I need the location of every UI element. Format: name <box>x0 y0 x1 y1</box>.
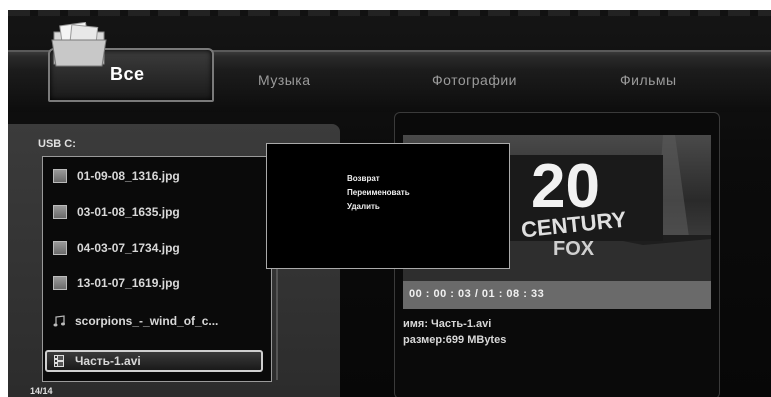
menu-item-back[interactable]: Возврат <box>347 174 380 183</box>
file-name: Часть-1.avi <box>75 354 141 368</box>
file-name: 01-09-08_1316.jpg <box>77 169 180 183</box>
file-list: 01-09-08_1316.jpg 03-01-08_1635.jpg 04-0… <box>42 156 272 382</box>
drive-label: USB C: <box>38 138 76 150</box>
tab-music[interactable]: Музыка <box>258 72 311 88</box>
list-item[interactable]: 03-01-08_1635.jpg <box>53 201 263 223</box>
tab-all[interactable]: Все <box>110 64 145 85</box>
list-item[interactable]: 01-09-08_1316.jpg <box>53 165 263 187</box>
svg-text:FOX: FOX <box>553 238 595 260</box>
tab-photos[interactable]: Фотографии <box>432 72 517 88</box>
file-size-info: размер:699 MBytes <box>403 334 507 346</box>
tab-movies[interactable]: Фильмы <box>620 72 677 88</box>
image-icon <box>53 276 67 290</box>
file-name: 03-01-08_1635.jpg <box>77 205 180 219</box>
top-strip <box>8 10 771 16</box>
playback-time: 00 : 00 : 03 / 01 : 08 : 33 <box>409 288 545 300</box>
time-bar: 00 : 00 : 03 / 01 : 08 : 33 <box>403 281 711 309</box>
list-item[interactable]: 13-01-07_1619.jpg <box>53 272 263 294</box>
media-player-screen: Все Музыка Фотографии Фильмы USB C: 01-0… <box>8 10 771 397</box>
file-name: 04-03-07_1734.jpg <box>77 241 180 255</box>
file-name: 13-01-07_1619.jpg <box>77 276 180 290</box>
file-name: scorpions_-_wind_of_c... <box>75 314 219 328</box>
image-icon <box>53 169 67 183</box>
list-item[interactable]: 04-03-07_1734.jpg <box>53 237 263 259</box>
image-icon <box>53 241 67 255</box>
menu-item-delete[interactable]: Удалить <box>347 202 380 211</box>
menu-item-rename[interactable]: Переименовать <box>347 188 410 197</box>
music-note-icon <box>53 315 65 327</box>
context-menu: Возврат Переименовать Удалить <box>266 143 510 269</box>
file-name-info: имя: Часть-1.avi <box>403 318 492 330</box>
film-icon <box>54 355 64 367</box>
list-item[interactable]: scorpions_-_wind_of_c... <box>53 310 263 332</box>
list-item-selected[interactable]: Часть-1.avi <box>45 350 263 372</box>
folder-icon <box>51 22 107 67</box>
page-count: 14/14 <box>30 386 53 396</box>
image-icon <box>53 205 67 219</box>
